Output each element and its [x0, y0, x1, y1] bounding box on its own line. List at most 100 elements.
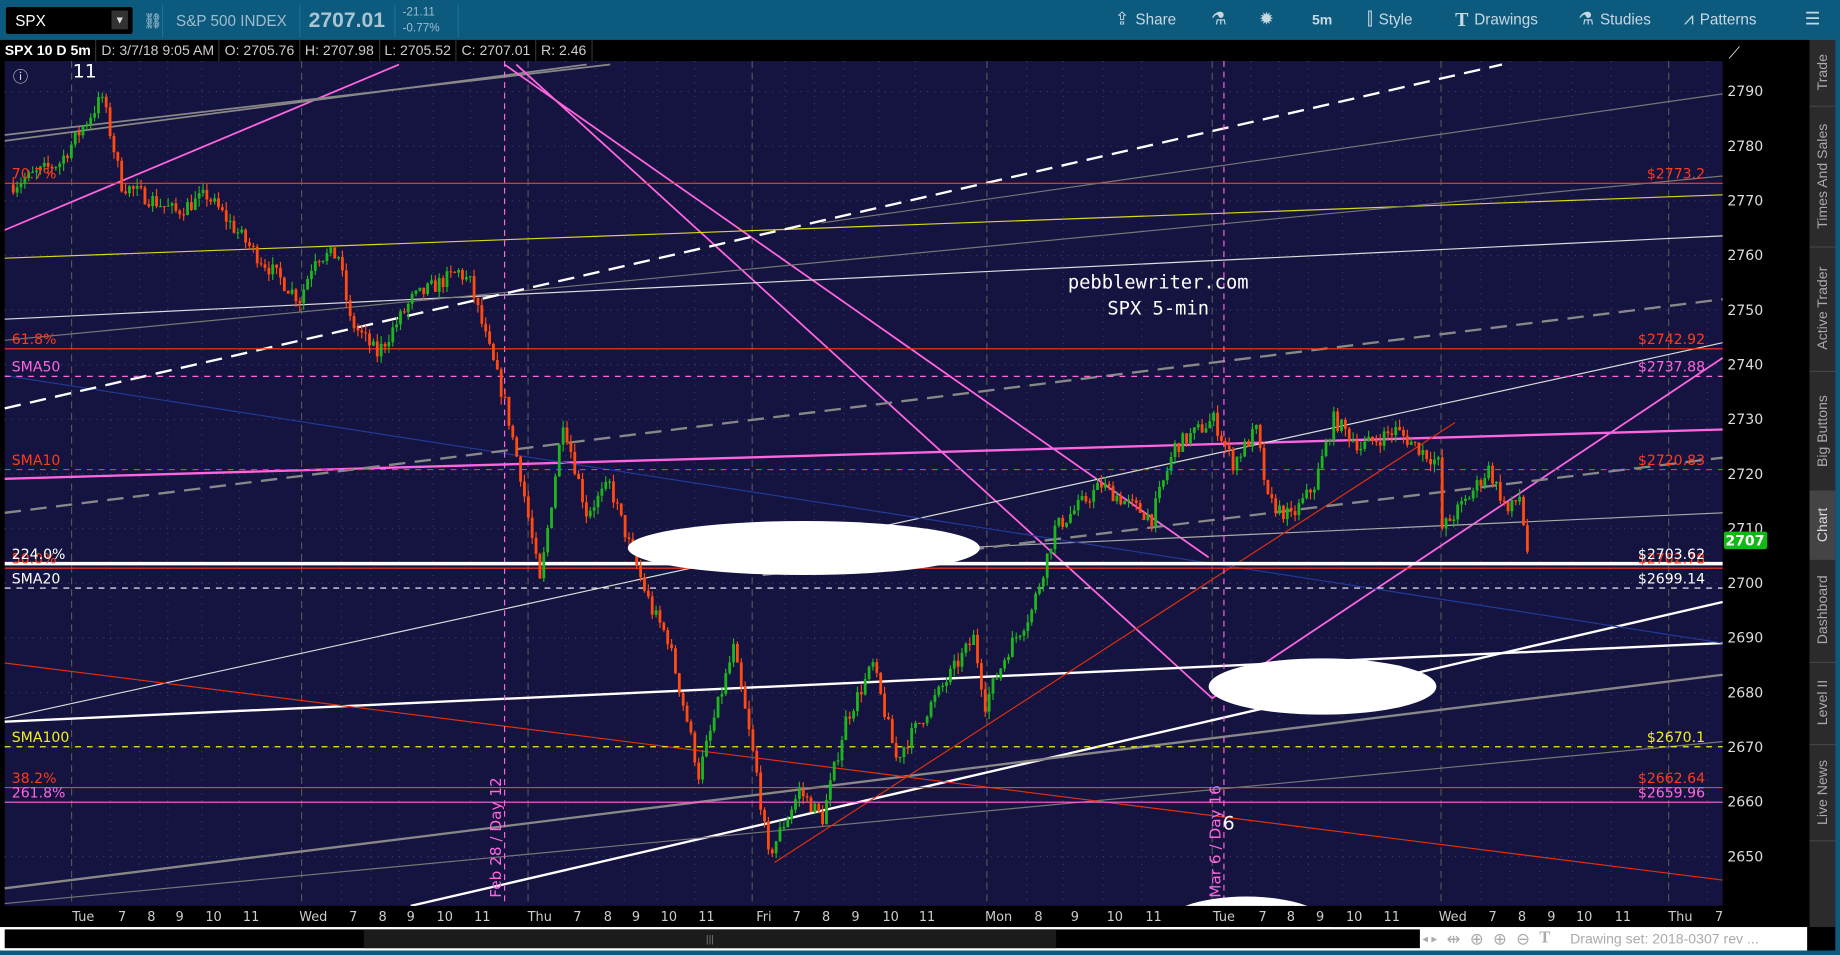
drawing-set-label[interactable]: Drawing set: 2018-0307 rev ...	[1570, 931, 1759, 947]
vertical-annotation-feb28: Feb 28 / Day 12	[487, 777, 505, 897]
vertical-annotation-mar6: Mar 6 / Day 16	[1206, 785, 1224, 898]
candle	[751, 729, 755, 751]
candle	[1227, 445, 1231, 450]
x-tick-label: 10	[661, 910, 677, 925]
watermark-site: pebblewriter.com	[1068, 273, 1249, 294]
candle	[708, 730, 712, 741]
candle	[550, 507, 553, 528]
y-tick-label: 2670	[1727, 740, 1763, 756]
sidebar-tab-chart[interactable]: Chart	[1809, 490, 1836, 560]
candle	[414, 290, 418, 294]
candle	[480, 305, 484, 324]
sidebar-tab-active-trader[interactable]: Active Trader	[1809, 246, 1836, 372]
candle	[128, 186, 131, 194]
candle	[918, 722, 921, 725]
crosshair-icon[interactable]: ⊕	[1470, 929, 1484, 949]
sidebar-tab-trade[interactable]: Trade	[1809, 39, 1836, 107]
candle	[399, 311, 402, 325]
candle	[1045, 553, 1049, 578]
candle	[271, 264, 275, 275]
candle	[883, 693, 886, 717]
candle	[1041, 577, 1045, 587]
sidebar-tab-times-and-sales[interactable]: Times And Sales	[1809, 105, 1836, 248]
price-chart[interactable]: 70.7% $2773.2 61.8% $2742.92 SMA50 $2737.88 SM…	[0, 0, 1840, 955]
candle	[1196, 424, 1200, 428]
candle	[1185, 433, 1189, 444]
window-edge	[1835, 39, 1840, 955]
candle	[1525, 525, 1529, 552]
candle	[449, 271, 453, 273]
candle	[19, 183, 23, 188]
expand-icon[interactable]: ⇹	[1447, 929, 1461, 949]
level-left-label: SMA50	[12, 360, 61, 376]
candle	[584, 502, 588, 517]
x-tick-label: 9	[407, 910, 415, 925]
candle	[755, 750, 759, 773]
y-tick-label: 2730	[1727, 412, 1763, 428]
x-tick-label: Tue	[1212, 910, 1235, 925]
candle	[1394, 426, 1398, 436]
x-tick-label: 11	[1384, 910, 1400, 925]
candle	[701, 756, 704, 780]
sidebar-tab-live-news[interactable]: Live News	[1809, 743, 1836, 842]
candle	[341, 256, 344, 271]
candle	[441, 278, 445, 288]
alert-icon[interactable]: ⓘ	[13, 68, 28, 86]
candle	[1092, 489, 1096, 502]
candle	[1142, 512, 1146, 520]
candle	[716, 696, 720, 718]
candle	[205, 189, 209, 200]
candle	[1235, 457, 1239, 471]
chart-tools: ◂ ▸ ⇹ ⊕ ⊕ ⊖ T	[1422, 927, 1550, 950]
scroll-thumb[interactable]: |||	[363, 929, 1057, 949]
candle	[979, 663, 983, 690]
candle	[1506, 502, 1510, 512]
candle	[1382, 431, 1386, 446]
candle	[371, 341, 375, 346]
candle	[162, 206, 166, 208]
candle	[457, 270, 461, 273]
candle	[275, 264, 278, 268]
level-left-label: 61.8%	[12, 332, 57, 348]
candle	[1495, 481, 1498, 484]
candle	[848, 716, 852, 719]
candle	[1440, 457, 1444, 529]
candle	[166, 205, 170, 207]
candle	[73, 132, 77, 145]
candle	[1433, 459, 1436, 465]
candle	[267, 267, 271, 275]
text-icon[interactable]: T	[1539, 929, 1550, 948]
zoom-in-icon[interactable]: ⊕	[1493, 929, 1507, 949]
pan-arrows-icon[interactable]: ◂ ▸	[1422, 932, 1437, 945]
window-edge-bottom	[0, 950, 1840, 955]
sidebar-tab-big-buttons[interactable]: Big Buttons	[1809, 370, 1836, 492]
candle	[1080, 496, 1084, 501]
sidebar-tab-dashboard[interactable]: Dashboard	[1809, 558, 1836, 664]
ellipse-drawing	[627, 521, 980, 576]
current-price-badge-label: 2707	[1725, 534, 1764, 550]
candle	[236, 232, 240, 234]
candle	[693, 732, 697, 763]
candle	[1374, 440, 1378, 443]
candle	[97, 97, 100, 114]
candle	[464, 277, 468, 280]
sidebar-tab-level-ii[interactable]: Level II	[1809, 661, 1836, 746]
candle	[124, 191, 127, 194]
candle	[1239, 456, 1243, 458]
candle	[1026, 622, 1030, 631]
candle	[739, 662, 743, 687]
candle	[782, 827, 786, 829]
candle	[677, 673, 681, 693]
candle	[898, 757, 902, 759]
candle	[1022, 630, 1026, 636]
annotation-11: 11	[73, 61, 97, 82]
right-sidebar: Trade Times And Sales Active Trader Big But…	[1809, 39, 1836, 928]
candle	[321, 260, 325, 263]
candle	[921, 723, 925, 725]
candle	[170, 203, 174, 206]
candle	[774, 841, 778, 854]
candle	[724, 673, 728, 694]
zoom-out-icon[interactable]: ⊖	[1516, 929, 1530, 949]
x-tick-label: 9	[1071, 910, 1079, 925]
candle	[368, 333, 371, 346]
